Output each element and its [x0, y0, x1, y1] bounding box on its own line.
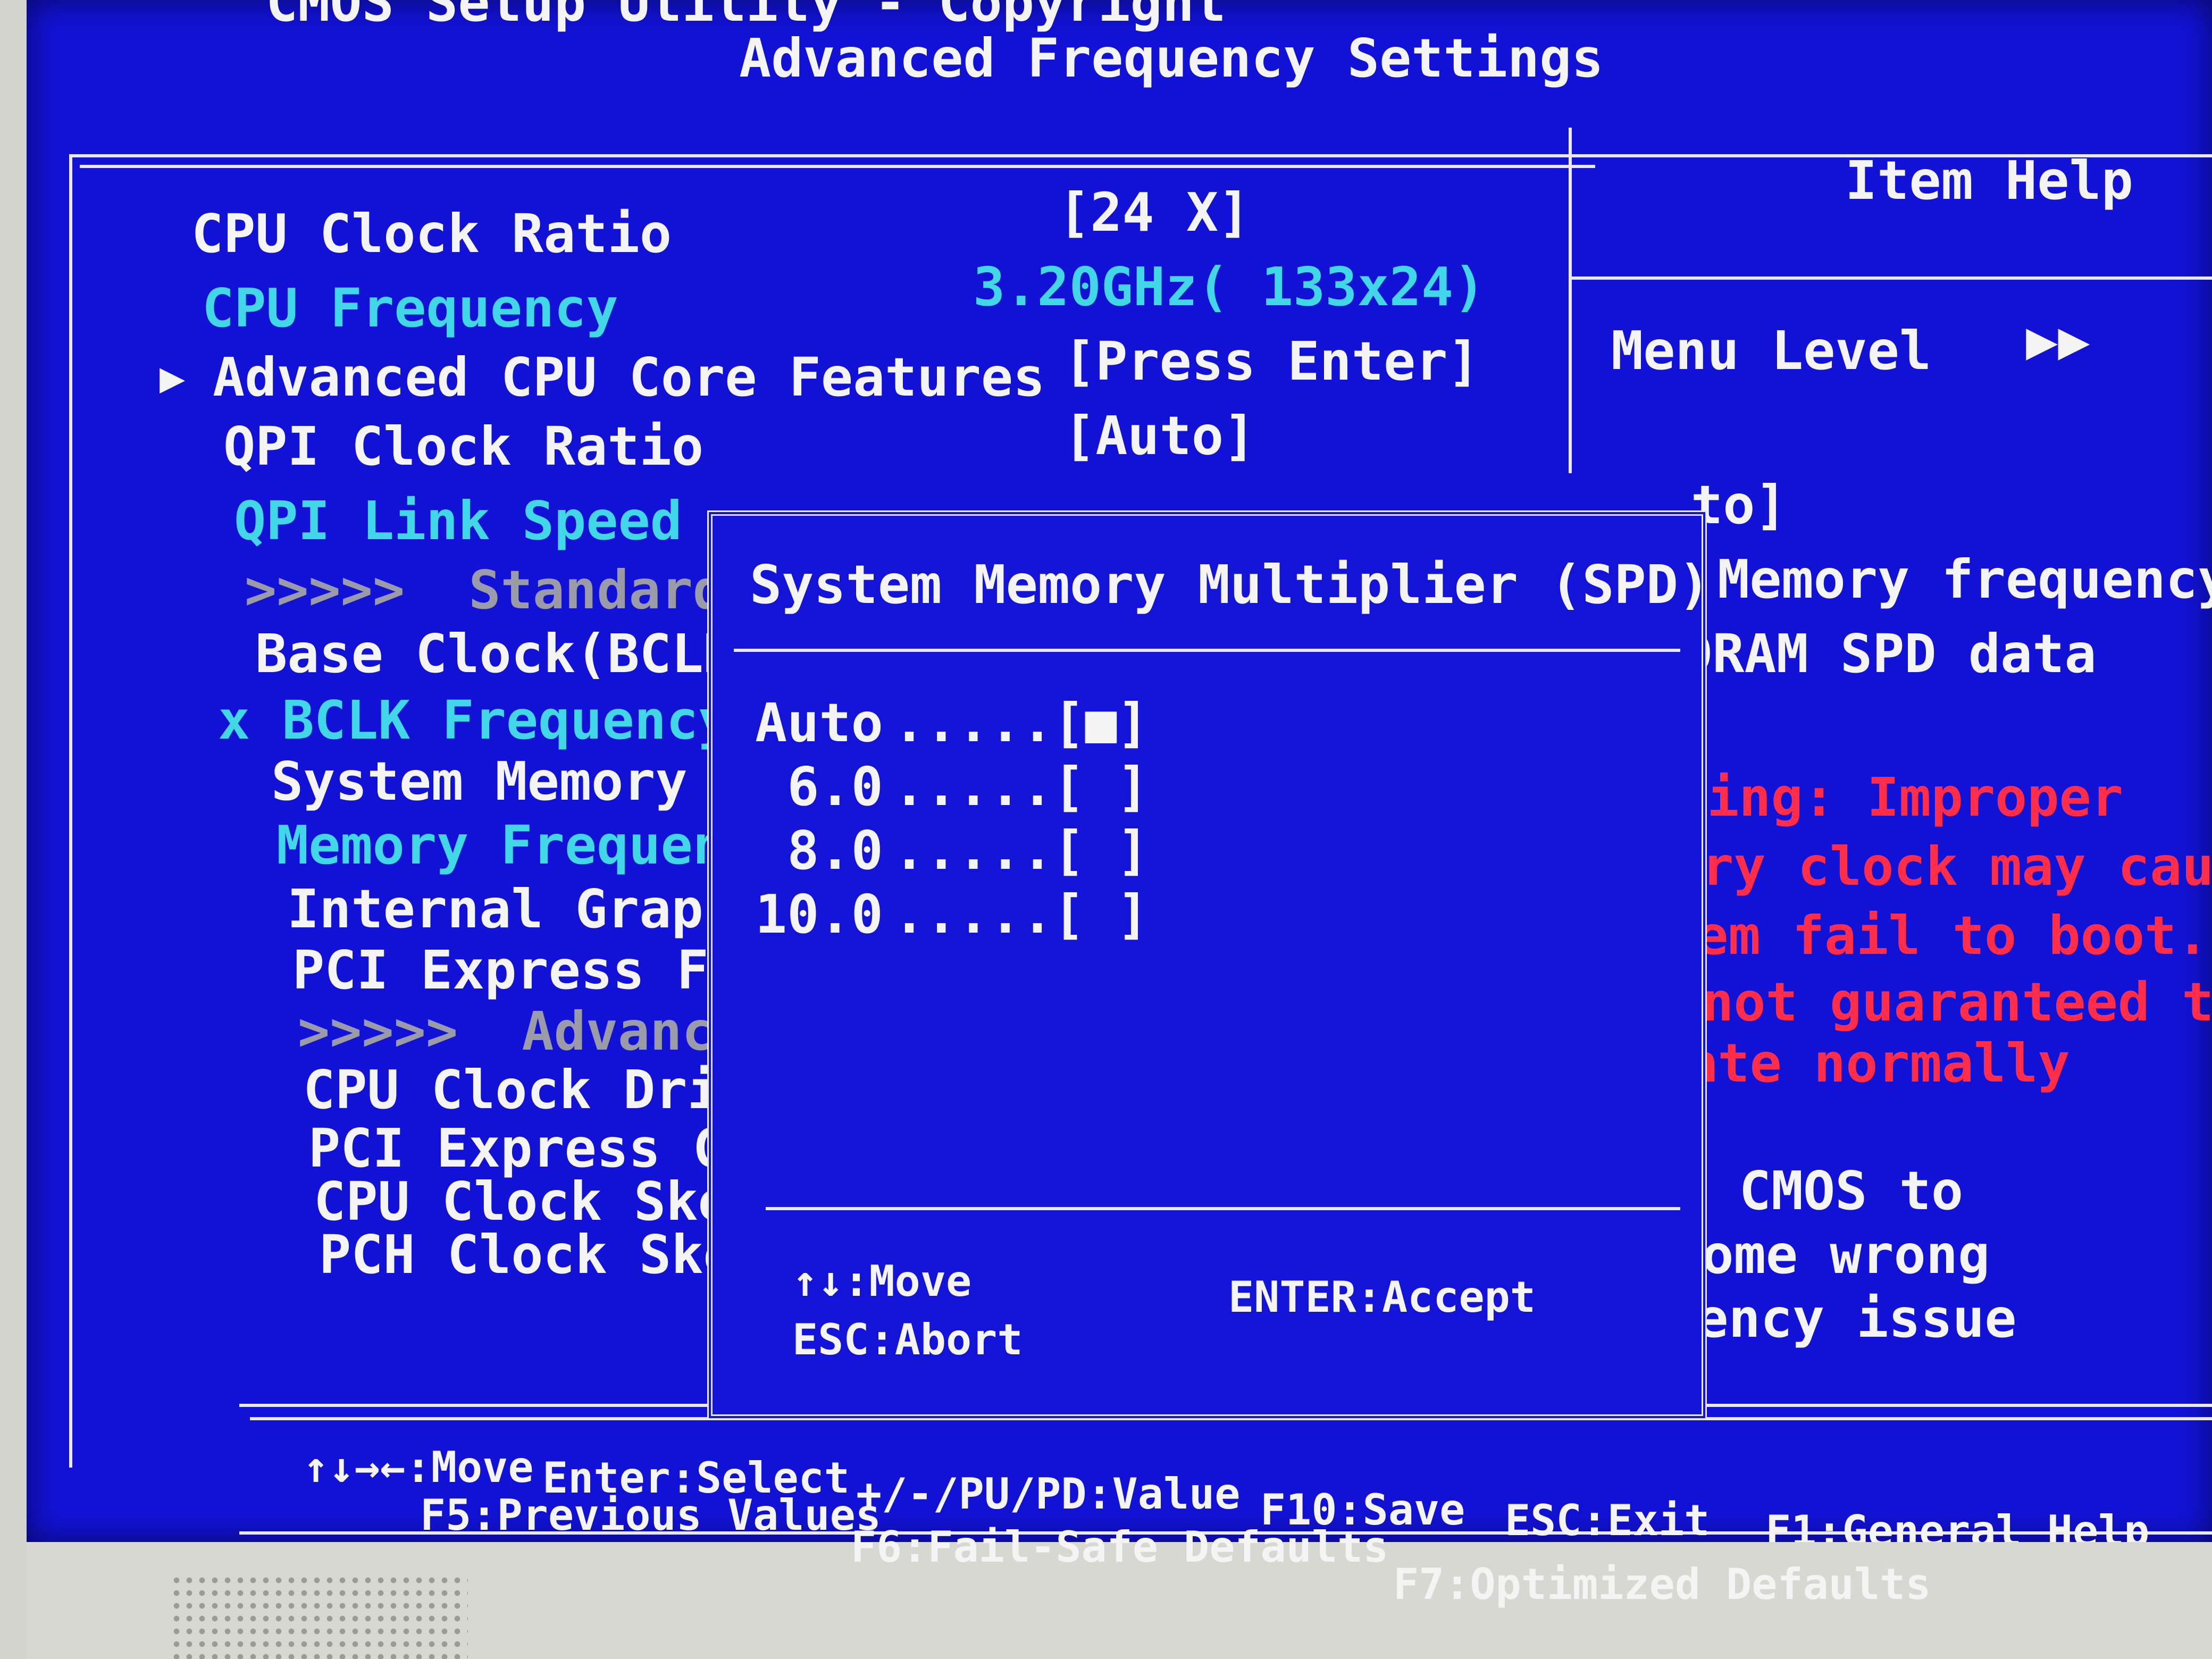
menu-value-cpu-frequency: 3.20GHz( 133x24): [973, 256, 1486, 318]
menu-item-qpi-clock-ratio[interactable]: QPI Clock Ratio: [223, 420, 703, 473]
bios-screen: CMOS Setup Utility - Copyright Advanced …: [27, 0, 2212, 1542]
option-radio-selected: [■]: [1053, 692, 1149, 754]
page-title: Advanced Frequency Settings: [739, 27, 1604, 89]
frame-left: [69, 154, 72, 1468]
footer-hint-general-help: F1:General Help: [1765, 1506, 2150, 1543]
help-warning-line: rate normally: [1654, 1032, 2070, 1094]
frame-divider: [1569, 128, 1572, 473]
memory-multiplier-dialog: System Memory Multiplier (SPD) Auto ....…: [707, 510, 1711, 1420]
option-label: 6.0: [755, 756, 883, 818]
speaker-grille: [170, 1574, 468, 1659]
help-title-divider: [1569, 276, 2212, 280]
dialog-hint-accept: ENTER:Accept: [1228, 1272, 1536, 1322]
menu-level-label: Menu Level: [1611, 320, 1932, 382]
option-dots: .....: [893, 883, 1054, 945]
menu-item-cpu-clock-skew[interactable]: CPU Clock Skew: [314, 1175, 762, 1228]
frame-top-inner: [80, 165, 1595, 168]
submenu-arrow-icon: ▶: [160, 353, 186, 402]
footer-hint-move: ↑↓→←:Move: [303, 1443, 534, 1492]
footer-hint-value: +/-/PU/PD:Value: [856, 1469, 1241, 1519]
menu-item-qpi-link-speed: QPI Link Speed: [234, 490, 682, 552]
option-label: 8.0: [755, 819, 883, 882]
option-label: Auto: [755, 692, 883, 754]
footer-hint-exit: ESC:Exit: [1505, 1496, 1710, 1542]
menu-value-qpi-clock-ratio[interactable]: [Auto]: [1063, 409, 1255, 463]
option-dots: .....: [893, 819, 1054, 882]
menu-item-cpu-clock-ratio[interactable]: CPU Clock Ratio: [191, 207, 672, 261]
option-label: 10.0: [755, 883, 883, 945]
footer-hint-fail-safe-defaults: F6:Fail-Safe Defaults: [851, 1522, 1389, 1572]
menu-value-advanced-cpu-core-features[interactable]: [Press Enter]: [1063, 335, 1480, 388]
monitor-bezel-left: [0, 0, 27, 1659]
header-top-partial: CMOS Setup Utility - Copyright: [266, 0, 1227, 33]
dialog-option[interactable]: 8.0 ..... [ ]: [755, 824, 1234, 883]
dialog-option[interactable]: 10.0 ..... [ ]: [755, 888, 1234, 946]
dialog-hint-abort: ESC:Abort: [792, 1315, 1023, 1364]
help-warning-line: tem fail to boot.: [1664, 904, 2209, 967]
dialog-title-divider: [734, 649, 1680, 652]
menu-item-base-clock[interactable]: Base Clock(BCLK): [255, 627, 767, 681]
option-dots: .....: [893, 756, 1054, 818]
dialog-hint-move: ↑↓:Move: [792, 1256, 972, 1306]
menu-item-pch-clock-skew[interactable]: PCH Clock Skew: [319, 1228, 767, 1281]
help-line: DRAM SPD data: [1680, 623, 2097, 685]
menu-value-cpu-clock-ratio[interactable]: [24 X]: [1058, 186, 1250, 239]
option-dots: .....: [893, 692, 1054, 754]
dialog-title: System Memory Multiplier (SPD): [750, 554, 1711, 616]
help-line: Memory frequency: [1717, 548, 2212, 610]
option-radio: [ ]: [1053, 883, 1149, 945]
dialog-option[interactable]: Auto ..... [■]: [755, 697, 1234, 755]
menu-item-advanced-cpu-core-features[interactable]: Advanced CPU Core Features: [213, 351, 1045, 404]
dialog-footer-divider: [766, 1207, 1680, 1210]
option-radio: [ ]: [1053, 819, 1149, 882]
help-warning-line: ory clock may caus: [1670, 835, 2212, 898]
footer-hint-previous-values: F5:Previous Values: [420, 1490, 881, 1540]
option-radio: [ ]: [1053, 756, 1149, 818]
help-warning-line: not guaranteed to: [1670, 971, 2212, 1033]
footer-hint-optimized-defaults: F7:Optimized Defaults: [1393, 1560, 1931, 1609]
dialog-option[interactable]: 6.0 ..... [ ]: [755, 760, 1234, 819]
item-help-title: Item Help: [1845, 149, 2133, 212]
menu-level-icon: ▶▶: [2026, 309, 2090, 371]
menu-item-cpu-frequency: CPU Frequency: [202, 277, 618, 339]
help-warning-line: ning: Improper: [1675, 766, 2123, 828]
